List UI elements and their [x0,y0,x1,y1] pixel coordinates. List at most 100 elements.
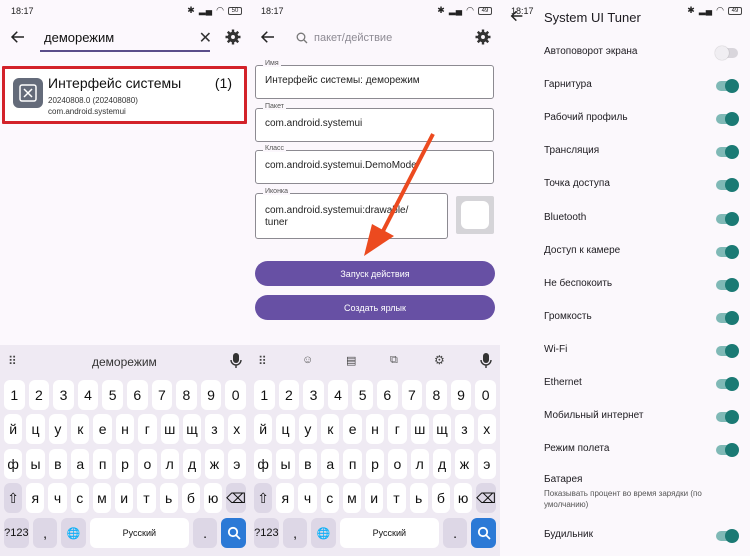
key[interactable]: ы [26,449,45,479]
tuner-row[interactable]: Мобильный интернет [544,410,738,421]
keyboard-settings-icon[interactable]: ⚙ [434,353,445,367]
key[interactable]: 3 [303,380,324,410]
tuner-toggle[interactable] [716,211,739,226]
key[interactable]: а [71,449,90,479]
key[interactable]: 7 [401,380,423,410]
key[interactable]: т [137,483,156,513]
sticker-icon[interactable]: ☺ [302,354,313,366]
key[interactable]: 0 [475,380,496,410]
key[interactable]: н [115,414,135,444]
search-input[interactable]: деморежим [44,30,114,45]
key[interactable]: щ [182,414,202,444]
key[interactable]: ф [254,449,273,479]
key[interactable]: й [254,414,273,444]
alarm-row[interactable]: Будильник [544,529,738,540]
space-key[interactable]: Русский [340,518,439,548]
key[interactable]: з [205,414,224,444]
globe-icon[interactable]: 🌐 [61,518,87,548]
key[interactable]: л [410,449,429,479]
key[interactable]: п [343,449,362,479]
tuner-row[interactable]: Точка доступа [544,178,738,189]
key[interactable]: с [70,483,89,513]
symbols-key[interactable]: ?123 [4,518,29,548]
tuner-toggle[interactable] [716,443,739,458]
key[interactable]: ю [203,483,223,513]
key[interactable]: с [320,483,339,513]
key[interactable]: е [343,414,362,444]
key[interactable]: 2 [278,380,300,410]
key[interactable]: 5 [352,380,373,410]
gear-icon[interactable] [224,28,242,46]
backspace-key[interactable]: ⌫ [226,483,246,513]
key[interactable]: ж [455,449,474,479]
tuner-row[interactable]: Не беспокоить [544,278,738,289]
key[interactable]: р [115,449,135,479]
shift-key[interactable]: ⇧ [254,483,273,513]
key[interactable]: 6 [126,380,148,410]
key[interactable]: 9 [200,380,222,410]
key[interactable]: х [477,414,496,444]
key[interactable]: я [26,483,45,513]
back-arrow-icon[interactable] [9,28,27,46]
key[interactable]: и [115,483,134,513]
key[interactable]: й [4,414,23,444]
key[interactable]: м [342,483,362,513]
key[interactable]: 4 [77,380,99,410]
key[interactable]: г [138,414,157,444]
key[interactable]: б [181,483,200,513]
symbols-key[interactable]: ?123 [254,518,279,548]
key[interactable]: н [365,414,385,444]
key[interactable]: в [48,449,68,479]
key[interactable]: 3 [53,380,74,410]
battery-row[interactable]: Батарея Показывать процент во время заря… [544,474,738,510]
period-key[interactable]: . [192,518,218,548]
key[interactable]: 5 [102,380,123,410]
key[interactable]: 2 [28,380,50,410]
globe-icon[interactable]: 🌐 [311,518,337,548]
search-key[interactable] [471,518,497,548]
key[interactable]: 6 [376,380,398,410]
clear-icon[interactable]: ✕ [199,28,212,48]
key[interactable]: щ [432,414,452,444]
tuner-toggle[interactable] [716,145,739,160]
tuner-toggle[interactable] [716,277,739,292]
tuner-toggle[interactable] [716,79,739,94]
key[interactable]: 1 [4,380,25,410]
search-key[interactable] [221,518,247,548]
key[interactable]: д [182,449,202,479]
tuner-row[interactable]: Доступ к камере [544,245,738,256]
key[interactable]: л [160,449,179,479]
search-result-item[interactable]: Интерфейс системы (1) 20240808.0 (202408… [2,66,247,124]
key[interactable]: а [321,449,340,479]
tuner-row[interactable]: Рабочий профиль [544,112,738,123]
tuner-toggle[interactable] [716,178,739,193]
translate-icon[interactable]: ⧉ [390,354,398,367]
back-arrow-icon[interactable] [509,8,525,24]
key[interactable]: 8 [426,380,447,410]
comma-key[interactable]: , [282,518,308,548]
key[interactable]: ц [26,414,45,444]
key[interactable]: у [298,414,318,444]
key[interactable]: к [321,414,340,444]
key[interactable]: ю [453,483,473,513]
key[interactable]: и [365,483,384,513]
key[interactable]: ф [4,449,23,479]
key[interactable]: я [276,483,295,513]
key[interactable]: з [455,414,474,444]
key[interactable]: ч [298,483,317,513]
key[interactable]: ь [159,483,178,513]
key[interactable]: ы [276,449,295,479]
mic-icon[interactable] [230,353,242,369]
key[interactable]: б [431,483,450,513]
key[interactable]: г [388,414,407,444]
tuner-row[interactable]: Гарнитура [544,79,738,90]
key[interactable]: 4 [327,380,349,410]
key[interactable]: о [138,449,157,479]
backspace-key[interactable]: ⌫ [476,483,496,513]
tuner-row[interactable]: Ethernet [544,377,738,388]
tuner-row[interactable]: Громкость [544,311,738,322]
key[interactable]: э [477,449,496,479]
key[interactable]: р [365,449,385,479]
key[interactable]: д [432,449,452,479]
key[interactable]: ь [409,483,428,513]
